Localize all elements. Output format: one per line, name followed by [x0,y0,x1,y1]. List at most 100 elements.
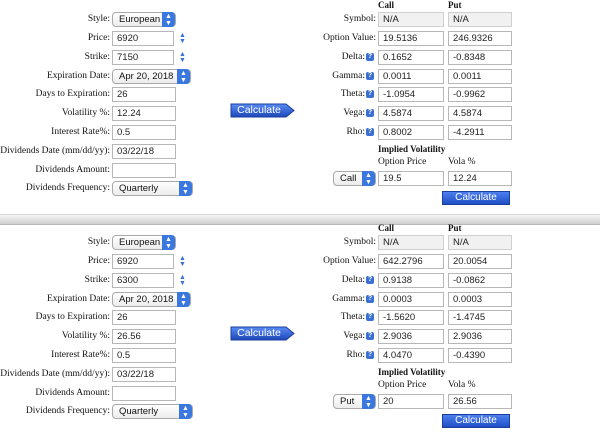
rho-call-field[interactable]: 4.0470 [378,348,444,363]
expiration-date-select[interactable]: Apr 20, 2018 ▲ ▼ [112,292,191,307]
option-value-call-field[interactable]: 19.5136 [378,31,444,46]
gamma-help-icon[interactable]: ? [366,72,374,80]
dividends-frequency-label: Dividends Frequency: [25,406,110,416]
strike-input[interactable]: 7150 [112,50,174,65]
input-labels: Style: Price: Strike: Expiration Date: D… [0,0,110,221]
delta-help-icon[interactable]: ? [366,276,374,284]
rho-call-field[interactable]: 0.8002 [378,125,444,140]
delta-label: Delta: [341,52,365,62]
price-stepper-icon[interactable]: ▲ ▼ [178,255,187,269]
select-arrows-icon: ▲ ▼ [177,292,190,307]
theta-label: Theta: [340,89,365,99]
expiration-date-value: Apr 20, 2018 [119,294,174,305]
gamma-put-field[interactable]: 0.0011 [448,69,512,84]
days-to-expiration-input[interactable]: 26 [112,310,176,325]
theta-help-icon[interactable]: ? [366,90,374,98]
price-label: Price: [87,256,110,266]
expiration-date-label: Expiration Date: [46,71,110,81]
dividends-date-input[interactable]: 03/22/18 [112,367,176,382]
delta-call-field[interactable]: 0.1652 [378,50,444,65]
symbol-call-field: N/A [378,12,444,27]
implied-vola-field[interactable]: 12.24 [448,171,512,186]
rho-help-icon[interactable]: ? [366,351,374,359]
vega-call-field[interactable]: 2.9036 [378,329,444,344]
strike-input[interactable]: 6300 [112,273,174,288]
input-labels: Style: Price: Strike: Expiration Date: D… [0,223,110,444]
price-input[interactable]: 6920 [112,254,174,269]
implied-vola-field[interactable]: 26.56 [448,394,512,409]
symbol-label: Symbol: [343,14,376,24]
price-stepper-icon[interactable]: ▲ ▼ [178,32,187,46]
price-input[interactable]: 6920 [112,31,174,46]
implied-option-price-input[interactable]: 20 [378,394,444,409]
calculator-panel-1: Style: Price: Strike: Expiration Date: D… [0,0,600,221]
option-value-call-field[interactable]: 642.2796 [378,254,444,269]
strike-stepper-icon[interactable]: ▲ ▼ [178,51,187,65]
gamma-call-field[interactable]: 0.0003 [378,292,444,307]
vega-put-field[interactable]: 2.9036 [448,329,512,344]
dividends-frequency-select[interactable]: Quarterly ▲ ▼ [112,181,193,196]
result-labels: Symbol: Option Value: Delta: Gamma: Thet… [300,0,376,221]
interest-rate-input[interactable]: 0.5 [112,125,176,140]
volatility-input[interactable]: 12.24 [112,106,176,121]
interest-rate-input[interactable]: 0.5 [112,348,176,363]
vega-label: Vega: [343,331,365,341]
call-column-header: Call [378,0,395,10]
calculate-button[interactable]: Calculate [230,103,296,118]
option-value-put-field[interactable]: 246.9326 [448,31,512,46]
days-to-expiration-label: Days to Expiration: [35,312,110,322]
dividends-date-input[interactable]: 03/22/18 [112,144,176,159]
interest-rate-label: Interest Rate%: [51,127,110,137]
expiration-date-select[interactable]: Apr 20, 2018 ▲ ▼ [112,69,191,84]
gamma-call-field[interactable]: 0.0011 [378,69,444,84]
vega-put-field[interactable]: 4.5874 [448,106,512,121]
implied-calculate-button[interactable]: Calculate [442,414,510,428]
implied-option-price-input[interactable]: 19.5 [378,171,444,186]
option-type-select[interactable]: Call ▲ ▼ [333,171,376,186]
theta-call-field[interactable]: -1.5620 [378,310,444,325]
style-select[interactable]: European ▲ ▼ [112,12,176,27]
theta-put-field[interactable]: -0.9962 [448,87,512,102]
theta-call-field[interactable]: -1.0954 [378,87,444,102]
delta-call-field[interactable]: 0.9138 [378,273,444,288]
delta-put-field[interactable]: -0.8348 [448,50,512,65]
dividends-amount-input[interactable] [112,386,176,401]
dividends-frequency-value: Quarterly [119,406,159,417]
gamma-help-icon[interactable]: ? [366,295,374,303]
rho-help-icon[interactable]: ? [366,128,374,136]
delta-help-icon[interactable]: ? [366,53,374,61]
theta-help-icon[interactable]: ? [366,313,374,321]
volatility-label: Volatility %: [61,331,110,341]
symbol-label: Symbol: [343,237,376,247]
option-value-put-field[interactable]: 20.0054 [448,254,512,269]
volatility-input[interactable]: 26.56 [112,329,176,344]
select-arrows-icon: ▲ ▼ [362,171,375,186]
vega-help-icon[interactable]: ? [366,109,374,117]
interest-rate-label: Interest Rate%: [51,350,110,360]
delta-put-field[interactable]: -0.0862 [448,273,512,288]
implied-volatility-title: Implied Volatility [378,367,446,377]
option-type-select[interactable]: Put ▲ ▼ [333,394,376,409]
gamma-label: Gamma: [332,71,365,81]
gamma-put-field[interactable]: 0.0003 [448,292,512,307]
vega-call-field[interactable]: 4.5874 [378,106,444,121]
calculate-button[interactable]: Calculate [230,326,296,341]
strike-label: Strike: [84,275,110,285]
days-to-expiration-input[interactable]: 26 [112,87,176,102]
theta-label: Theta: [340,312,365,322]
symbol-put-field: N/A [448,235,512,250]
dividends-date-label: Dividends Date (mm/dd/yy): [0,146,110,156]
style-select-value: European [119,14,161,25]
style-select[interactable]: European ▲ ▼ [112,235,176,250]
dividends-amount-input[interactable] [112,163,176,178]
rho-put-field[interactable]: -4.2911 [448,125,512,140]
implied-volatility-title: Implied Volatility [378,144,446,154]
select-arrows-icon: ▲ ▼ [362,394,375,409]
implied-calculate-button[interactable]: Calculate [442,191,510,205]
strike-stepper-icon[interactable]: ▲ ▼ [178,274,187,288]
vega-help-icon[interactable]: ? [366,332,374,340]
dividends-frequency-select[interactable]: Quarterly ▲ ▼ [112,404,193,419]
theta-put-field[interactable]: -1.4745 [448,310,512,325]
rho-put-field[interactable]: -0.4390 [448,348,512,363]
dividends-date-label: Dividends Date (mm/dd/yy): [0,369,110,379]
